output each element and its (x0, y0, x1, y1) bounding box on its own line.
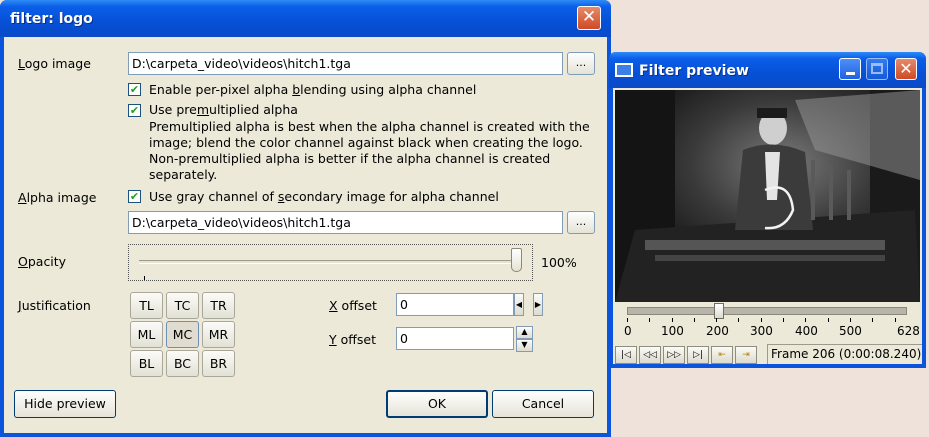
premultiplied-alpha-checkbox[interactable]: ✔ (128, 104, 141, 117)
minimize-icon (845, 72, 855, 75)
logo-filter-dialog: filter: logo ✕ Logo image D:\carpeta_vid… (0, 0, 611, 437)
alpha-image-path-input[interactable]: D:\carpeta_video\videos\hitch1.tga (128, 211, 563, 234)
x-offset-label: X offset (329, 298, 377, 313)
preview-title: Filter preview (639, 63, 749, 79)
frame-status: Frame 206 (0:00:08.240) [B (767, 344, 922, 364)
ok-button[interactable]: OK (386, 390, 488, 418)
justification-label: Justification (18, 298, 91, 313)
previous-frame-button[interactable]: ◁◁ (639, 346, 661, 364)
logo-image-label: Logo image (18, 56, 91, 71)
timeline-tick (850, 318, 851, 322)
dialog-body: Logo image D:\carpeta_video\videos\hitch… (4, 37, 607, 433)
maximize-button[interactable] (866, 58, 888, 80)
logo-image-path-input[interactable]: D:\carpeta_video\videos\hitch1.tga (128, 52, 563, 75)
previous-keyframe-button[interactable]: ⇤ (711, 346, 733, 364)
timeline-label: 300 (750, 324, 773, 338)
alpha-image-browse-button[interactable]: ... (567, 211, 595, 234)
close-icon: ✕ (581, 7, 597, 27)
x-offset-increment[interactable]: ▶ (533, 293, 543, 316)
opacity-slider-tick (144, 276, 145, 280)
x-offset-decrement[interactable]: ◀ (514, 293, 524, 316)
timeline-tick (805, 318, 806, 322)
timeline-thumb[interactable] (714, 303, 724, 319)
timeline-tick (716, 318, 717, 322)
timeline-tick (672, 318, 673, 322)
description-line: image; blend the color channel against b… (149, 135, 583, 150)
timeline-tick (895, 318, 896, 322)
alpha-image-label: Alpha image (18, 190, 97, 205)
y-offset-input[interactable]: 0 (396, 327, 514, 350)
timeline-label: 500 (839, 324, 862, 338)
film-still (615, 90, 920, 302)
timeline-label: 628 (897, 324, 920, 338)
opacity-label: Opacity (18, 254, 67, 269)
timeline-label: 0 (624, 324, 632, 338)
timeline-label: 400 (795, 324, 818, 338)
gray-channel-checkbox[interactable]: ✔ (128, 190, 141, 203)
video-frame-image (615, 90, 920, 302)
y-offset-down[interactable]: ▼ (516, 339, 533, 352)
minimize-button[interactable] (839, 58, 861, 80)
timeline-tick (783, 318, 784, 322)
timeline-tick (694, 318, 695, 322)
timeline-tick (761, 318, 762, 322)
timeline-track[interactable] (627, 307, 907, 315)
preview-titlebar[interactable]: Filter preview ✕ (609, 52, 926, 88)
premultiplied-alpha-label: Use premultiplied alpha (149, 102, 298, 117)
description-line: Non-premultiplied alpha is better if the… (149, 151, 551, 182)
per-pixel-alpha-label: Enable per-pixel alpha blending using al… (149, 82, 477, 97)
opacity-slider-thumb[interactable] (511, 248, 522, 272)
preview-close-button[interactable]: ✕ (895, 58, 917, 80)
opacity-slider-track (139, 260, 521, 264)
close-button[interactable]: ✕ (577, 6, 601, 30)
x-offset-input[interactable]: 0 (396, 293, 514, 316)
justify-mr-button[interactable]: MR (202, 321, 235, 348)
justify-tc-button[interactable]: TC (166, 292, 199, 319)
timeline-tick (627, 318, 628, 322)
filter-preview-window: Filter preview ✕ 0 100 200 300 400 500 6… (609, 52, 926, 368)
timeline-label: 200 (706, 324, 729, 338)
maximize-icon (871, 63, 883, 74)
next-frame-button[interactable]: ▷▷ (663, 346, 685, 364)
dialog-titlebar[interactable]: filter: logo ✕ (0, 0, 611, 37)
premultiplied-description: Premultiplied alpha is best when the alp… (149, 119, 607, 183)
justify-bc-button[interactable]: BC (166, 350, 199, 377)
hide-preview-button[interactable]: Hide preview (14, 390, 116, 418)
opacity-value: 100% (541, 255, 577, 270)
close-icon: ✕ (899, 59, 913, 78)
justify-ml-button[interactable]: ML (130, 321, 163, 348)
justify-tl-button[interactable]: TL (130, 292, 163, 319)
logo-image-browse-button[interactable]: ... (567, 52, 595, 75)
end-button[interactable]: ▷| (687, 346, 709, 364)
justify-tr-button[interactable]: TR (202, 292, 235, 319)
y-offset-label: Y offset (329, 332, 376, 347)
timeline-tick (738, 318, 739, 322)
justify-mc-button[interactable]: MC (166, 321, 199, 348)
window-icon (615, 63, 633, 77)
timeline-tick (649, 318, 650, 322)
justify-br-button[interactable]: BR (202, 350, 235, 377)
timeline-tick (828, 318, 829, 322)
timeline-label: 100 (661, 324, 684, 338)
opacity-slider[interactable] (128, 244, 533, 281)
y-offset-up[interactable]: ▲ (516, 326, 533, 339)
justify-bl-button[interactable]: BL (130, 350, 163, 377)
next-keyframe-button[interactable]: ⇥ (735, 346, 757, 364)
cancel-button[interactable]: Cancel (492, 390, 594, 418)
dialog-title: filter: logo (10, 11, 93, 27)
per-pixel-alpha-checkbox[interactable]: ✔ (128, 83, 141, 96)
description-line: Premultiplied alpha is best when the alp… (149, 119, 590, 134)
preview-body: 0 100 200 300 400 500 628 |◁ ◁◁ ▷▷ ▷| ⇤ ⇥ Fram… (613, 88, 922, 364)
gray-channel-label: Use gray channel of secondary image for … (149, 189, 499, 204)
timeline-tick (872, 318, 873, 322)
start-button[interactable]: |◁ (615, 346, 637, 364)
